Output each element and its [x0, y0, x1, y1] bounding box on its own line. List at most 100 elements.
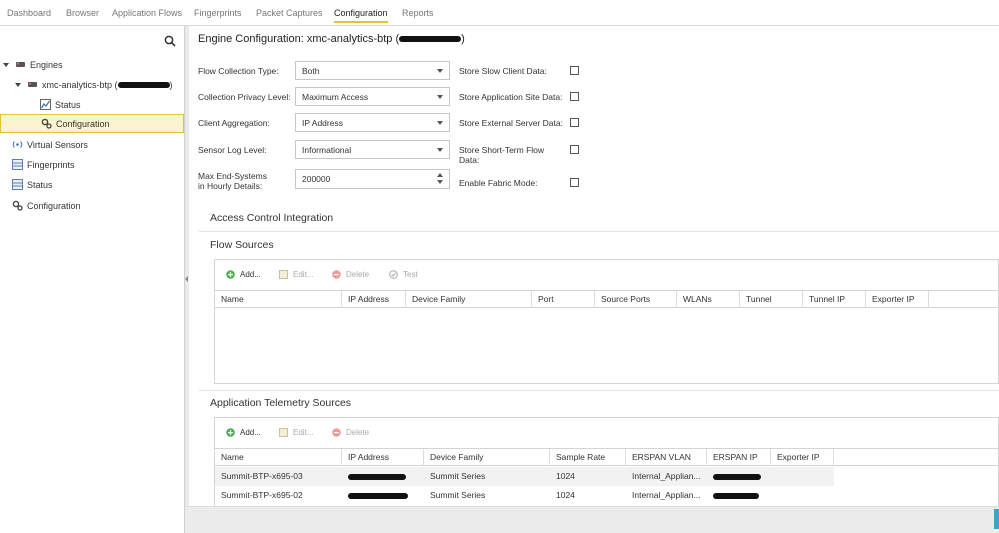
tab-dashboard[interactable]: Dashboard [7, 8, 51, 18]
column-header[interactable]: Tunnel IP [803, 291, 866, 308]
store-external-server-label: Store External Server Data: [459, 118, 563, 128]
spinner-up-icon[interactable] [437, 173, 443, 177]
cell-ip-address [342, 486, 424, 505]
telemetry-sources-panel: Add... Edit... Delete Name IP Address De… [214, 417, 999, 506]
telemetry-sources-toolbar: Add... Edit... Delete [215, 418, 998, 448]
column-header[interactable]: Sample Rate [550, 449, 626, 466]
tree-item-status[interactable]: Status [40, 95, 81, 114]
store-app-site-checkbox[interactable] [570, 92, 579, 101]
column-header[interactable]: Device Family [406, 291, 532, 308]
column-header[interactable]: Source Ports [595, 291, 677, 308]
tree-item-root-status[interactable]: Status [12, 175, 53, 194]
flow-sources-toolbar: Add... Edit... Delete Test [215, 260, 998, 290]
delete-telemetry-source-button[interactable]: Delete [332, 428, 369, 437]
dropdown-arrow-icon [437, 121, 443, 125]
tab-reports[interactable]: Reports [402, 8, 434, 18]
redacted-ip [117, 81, 170, 88]
cell-erspan-ip [707, 486, 771, 505]
tree-item-engine-xmc[interactable]: xmc-analytics-btp ( ) [15, 75, 173, 94]
dropdown-arrow-icon [437, 69, 443, 73]
collection-privacy-level-label: Collection Privacy Level: [198, 92, 291, 102]
chevron-down-icon[interactable] [15, 82, 21, 87]
telemetry-sources-title: Application Telemetry Sources [210, 397, 352, 409]
delete-flow-source-button[interactable]: Delete [332, 270, 369, 279]
column-header[interactable]: Exporter IP [866, 291, 929, 308]
access-control-title[interactable]: Access Control Integration [210, 212, 333, 224]
column-header[interactable]: ERSPAN IP [707, 449, 771, 466]
tree-item-engines[interactable]: Engines [3, 55, 63, 74]
tree-item-configuration[interactable]: Configuration [0, 114, 184, 133]
edit-icon [279, 270, 288, 279]
column-header[interactable]: Name [215, 449, 342, 466]
cell-erspan-ip [707, 467, 771, 486]
cell-name: Summit-BTP-x695-03 [221, 471, 303, 481]
store-short-term-checkbox[interactable] [570, 145, 579, 154]
cell-ip-address [342, 467, 424, 486]
cell-name: Summit-BTP-x695-02 [221, 490, 303, 500]
column-header[interactable]: IP Address [342, 449, 424, 466]
main-panel: Engine Configuration: xmc-analytics-btp … [189, 26, 999, 506]
dropdown-arrow-icon [437, 95, 443, 99]
tree-item-label: Status [55, 99, 81, 110]
footer-accent [994, 509, 999, 529]
store-short-term-label: Store Short-Term Flow Data: [459, 145, 545, 165]
gears-icon [41, 118, 52, 129]
enable-fabric-checkbox[interactable] [570, 178, 579, 187]
enable-fabric-label: Enable Fabric Mode: [459, 178, 538, 188]
column-header[interactable]: WLANs [677, 291, 740, 308]
client-aggregation-select[interactable]: IP Address [295, 113, 450, 132]
table-icon [12, 159, 23, 170]
column-header[interactable]: IP Address [342, 291, 406, 308]
engine-icon [16, 62, 25, 67]
cell-sample-rate: 1024 [556, 490, 575, 500]
tab-browser[interactable]: Browser [66, 8, 99, 18]
sensor-log-level-select[interactable]: Informational [295, 140, 450, 159]
column-header[interactable]: Port [532, 291, 595, 308]
column-header[interactable]: Tunnel [740, 291, 803, 308]
collection-privacy-level-select[interactable]: Maximum Access [295, 87, 450, 106]
add-flow-source-button[interactable]: Add... [226, 270, 261, 279]
column-header[interactable]: ERSPAN VLAN [626, 449, 707, 466]
edit-icon [279, 428, 288, 437]
chevron-down-icon[interactable] [3, 62, 9, 67]
add-telemetry-source-button[interactable]: Add... [226, 428, 261, 437]
check-circle-icon [389, 270, 398, 279]
edit-flow-source-button[interactable]: Edit... [279, 270, 313, 279]
store-external-server-checkbox[interactable] [570, 118, 579, 127]
tree-item-root-configuration[interactable]: Configuration [12, 196, 81, 215]
sensor-log-level-label: Sensor Log Level: [198, 145, 267, 155]
divider [199, 231, 999, 232]
column-header[interactable]: Device Family [424, 449, 550, 466]
table-row[interactable]: Summit-BTP-x695-02 Summit Series 1024 In… [215, 486, 834, 505]
store-app-site-label: Store Application Site Data: [459, 92, 563, 102]
store-slow-client-checkbox[interactable] [570, 66, 579, 75]
chart-icon [40, 99, 51, 110]
edit-telemetry-source-button[interactable]: Edit... [279, 428, 313, 437]
tree-item-fingerprints[interactable]: Fingerprints [12, 155, 75, 174]
tree-item-label: Configuration [27, 200, 81, 211]
tab-packet-captures[interactable]: Packet Captures [256, 8, 323, 18]
flow-sources-table-header: Name IP Address Device Family Port Sourc… [215, 290, 998, 308]
dropdown-arrow-icon [437, 148, 443, 152]
tree-item-virtual-sensors[interactable]: Virtual Sensors [12, 135, 88, 154]
tab-configuration[interactable]: Configuration [334, 8, 388, 23]
telemetry-sources-table-header: Name IP Address Device Family Sample Rat… [215, 448, 998, 466]
max-end-systems-label: Max End-Systems in Hourly Details: [198, 171, 267, 191]
table-row[interactable]: Summit-BTP-x695-03 Summit Series 1024 In… [215, 467, 834, 486]
cell-erspan-vlan: Internal_Applian... [632, 471, 701, 481]
test-flow-source-button[interactable]: Test [389, 270, 418, 279]
tab-fingerprints[interactable]: Fingerprints [194, 8, 242, 18]
tab-application-flows[interactable]: Application Flows [112, 8, 182, 18]
tree-item-label: Virtual Sensors [27, 139, 88, 150]
collapse-arrow-icon[interactable] [185, 276, 188, 282]
flow-sources-panel: Add... Edit... Delete Test Name IP Addre… [214, 259, 999, 384]
table-icon [12, 179, 23, 190]
tree-item-label: Engines [30, 59, 63, 70]
column-header[interactable]: Exporter IP [771, 449, 834, 466]
column-header[interactable]: Name [215, 291, 342, 308]
cell-device-family: Summit Series [430, 471, 486, 481]
spinner-down-icon[interactable] [437, 180, 443, 184]
max-end-systems-input[interactable]: 200000 [295, 169, 450, 189]
search-icon[interactable] [164, 35, 176, 47]
flow-collection-type-select[interactable]: Both [295, 61, 450, 80]
